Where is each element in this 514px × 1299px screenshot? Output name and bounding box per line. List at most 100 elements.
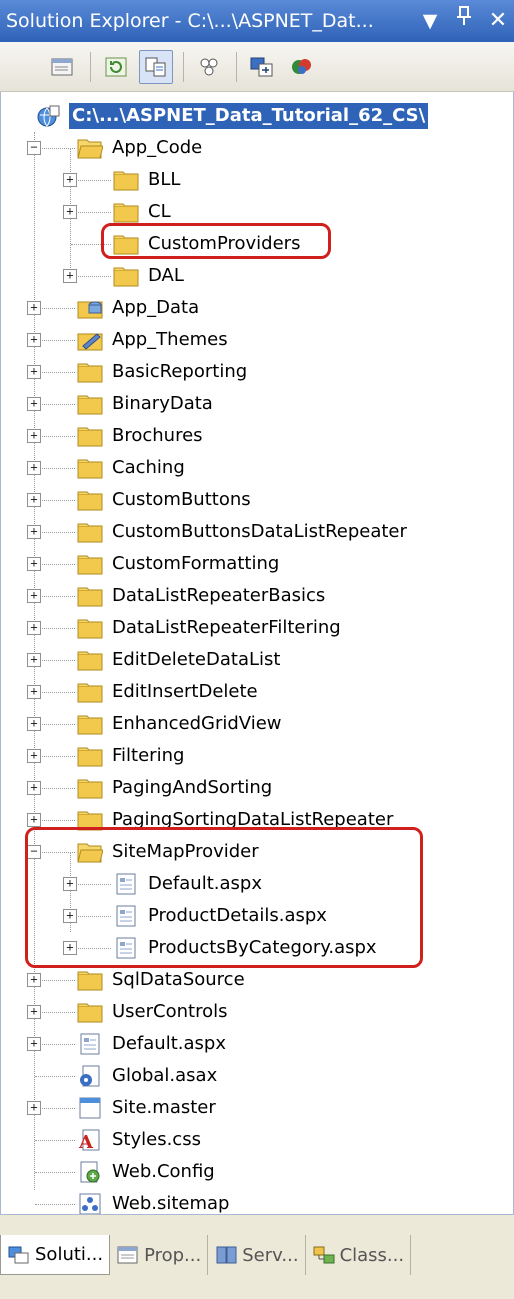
tree-item-label: DAL bbox=[148, 265, 184, 286]
tree-item[interactable]: + BinaryData bbox=[1, 388, 513, 420]
tree-item[interactable]: + BasicReporting bbox=[1, 356, 513, 388]
tree-item[interactable]: + Default.aspx bbox=[1, 1028, 513, 1060]
expand-icon[interactable]: + bbox=[27, 589, 41, 603]
expand-icon[interactable]: + bbox=[27, 685, 41, 699]
expand-icon[interactable]: + bbox=[27, 1037, 41, 1051]
tree-item[interactable]: + PagingAndSorting bbox=[1, 772, 513, 804]
master-page-icon bbox=[79, 1097, 101, 1119]
tree-item[interactable]: + CustomButtonsDataListRepeater bbox=[1, 516, 513, 548]
folder-icon bbox=[77, 395, 103, 415]
asp-net-configuration-icon bbox=[292, 58, 311, 74]
tree-item[interactable]: + BLL bbox=[1, 164, 513, 196]
project-root-label: C:\...\ASPNET_Data_Tutorial_62_CS\ bbox=[69, 103, 429, 129]
expand-icon[interactable]: + bbox=[27, 813, 41, 827]
expand-icon[interactable]: + bbox=[27, 365, 41, 379]
highlight-box-customproviders bbox=[101, 223, 331, 259]
tree-item[interactable]: A Styles.css bbox=[1, 1124, 513, 1156]
tab-label: Serv... bbox=[242, 1244, 299, 1266]
asp-net-configuration-button[interactable] bbox=[285, 50, 319, 84]
copy-website-button[interactable] bbox=[245, 50, 279, 84]
tree-item[interactable]: + EnhancedGridView bbox=[1, 708, 513, 740]
tree-item[interactable]: Web.sitemap bbox=[1, 1188, 513, 1214]
tree-root[interactable]: C:\...\ASPNET_Data_Tutorial_62_CS\ bbox=[1, 100, 513, 132]
tree-item[interactable]: + App_Data bbox=[1, 292, 513, 324]
folder-icon bbox=[77, 651, 103, 671]
folder-icon bbox=[77, 459, 103, 479]
tree-item[interactable]: + DataListRepeaterBasics bbox=[1, 580, 513, 612]
expand-icon[interactable]: + bbox=[27, 429, 41, 443]
toolbar-separator bbox=[183, 51, 184, 82]
tree-connector-line bbox=[35, 340, 75, 341]
tree-item[interactable]: Global.asax bbox=[1, 1060, 513, 1092]
expand-icon[interactable]: + bbox=[27, 621, 41, 635]
tree-item-label: UserControls bbox=[112, 1001, 228, 1022]
stylesheet-icon: A bbox=[78, 1129, 100, 1152]
tree-item[interactable]: + CustomButtons bbox=[1, 484, 513, 516]
tree-item-label: Filtering bbox=[112, 745, 185, 766]
folder-icon bbox=[77, 1003, 103, 1023]
tree-item-label: Caching bbox=[112, 457, 185, 478]
auto-hide-pin-icon[interactable] bbox=[452, 0, 476, 42]
solution-tree: C:\...\ASPNET_Data_Tutorial_62_CS\ − App_… bbox=[0, 92, 514, 1214]
expand-icon[interactable]: + bbox=[27, 749, 41, 763]
tab-properties[interactable]: Prop... bbox=[110, 1235, 209, 1275]
tab-solution-explorer[interactable]: Soluti... bbox=[0, 1235, 111, 1275]
tree-item[interactable]: + App_Themes bbox=[1, 324, 513, 356]
data-folder-icon bbox=[77, 301, 103, 319]
expand-icon[interactable]: + bbox=[27, 333, 41, 347]
expand-icon[interactable]: + bbox=[27, 781, 41, 795]
tree-item[interactable]: Web.Config bbox=[1, 1156, 513, 1188]
tree-item[interactable]: + UserControls bbox=[1, 996, 513, 1028]
tree-connector-line bbox=[35, 820, 75, 821]
expand-icon[interactable]: + bbox=[27, 973, 41, 987]
tree-item-label: BinaryData bbox=[112, 393, 213, 414]
refresh-button[interactable] bbox=[99, 50, 133, 84]
expand-icon[interactable]: + bbox=[27, 1101, 41, 1115]
tree-connector-line bbox=[35, 596, 75, 597]
tree-connector-line bbox=[35, 468, 75, 469]
tree-item[interactable]: − App_Code bbox=[1, 132, 513, 164]
expand-icon[interactable]: + bbox=[27, 653, 41, 667]
tree-item-label: Site.master bbox=[112, 1097, 216, 1118]
tree-item-label: CL bbox=[148, 201, 171, 222]
folder-icon bbox=[77, 683, 103, 703]
tree-item-label: BLL bbox=[148, 169, 181, 190]
tree-item[interactable]: + SqlDataSource bbox=[1, 964, 513, 996]
tree-item[interactable]: + EditInsertDelete bbox=[1, 676, 513, 708]
close-icon[interactable]: ✕ bbox=[486, 0, 510, 42]
tree-item-label: CustomButtons bbox=[112, 489, 251, 510]
expand-icon[interactable]: + bbox=[27, 1005, 41, 1019]
tab-class-view[interactable]: Class... bbox=[306, 1235, 412, 1275]
view-class-diagram-button[interactable] bbox=[192, 50, 226, 84]
tab-server-explorer[interactable]: Serv... bbox=[208, 1235, 306, 1275]
window-position-dropdown-icon[interactable]: ▼ bbox=[418, 0, 442, 42]
expand-icon[interactable]: + bbox=[27, 301, 41, 315]
expand-icon[interactable]: + bbox=[27, 461, 41, 475]
tree-item-label: DataListRepeaterBasics bbox=[112, 585, 326, 606]
solution-explorer-icon bbox=[8, 1246, 29, 1263]
expand-icon[interactable]: + bbox=[27, 493, 41, 507]
folder-icon bbox=[77, 715, 103, 735]
expand-icon[interactable]: + bbox=[27, 397, 41, 411]
tree-item[interactable]: + Filtering bbox=[1, 740, 513, 772]
folder-icon bbox=[77, 363, 103, 383]
properties-button[interactable] bbox=[46, 50, 80, 84]
folder-icon bbox=[113, 171, 139, 191]
highlight-box-sitemapprovider bbox=[25, 827, 423, 968]
tree-item[interactable]: + DAL bbox=[1, 260, 513, 292]
tree-item[interactable]: + Brochures bbox=[1, 420, 513, 452]
expand-icon[interactable]: + bbox=[63, 205, 77, 219]
tree-item[interactable]: + DataListRepeaterFiltering bbox=[1, 612, 513, 644]
expand-icon[interactable]: + bbox=[27, 717, 41, 731]
expand-icon[interactable]: + bbox=[27, 557, 41, 571]
collapse-icon[interactable]: − bbox=[27, 141, 41, 155]
nest-related-files-button[interactable] bbox=[139, 49, 173, 84]
tree-connector-line bbox=[35, 564, 75, 565]
expand-icon[interactable]: + bbox=[27, 525, 41, 539]
expand-icon[interactable]: + bbox=[63, 173, 77, 187]
tree-item[interactable]: + Caching bbox=[1, 452, 513, 484]
tree-item[interactable]: + EditDeleteDataList bbox=[1, 644, 513, 676]
tree-item[interactable]: + CustomFormatting bbox=[1, 548, 513, 580]
expand-icon[interactable]: + bbox=[63, 269, 77, 283]
tree-item[interactable]: + Site.master bbox=[1, 1092, 513, 1124]
